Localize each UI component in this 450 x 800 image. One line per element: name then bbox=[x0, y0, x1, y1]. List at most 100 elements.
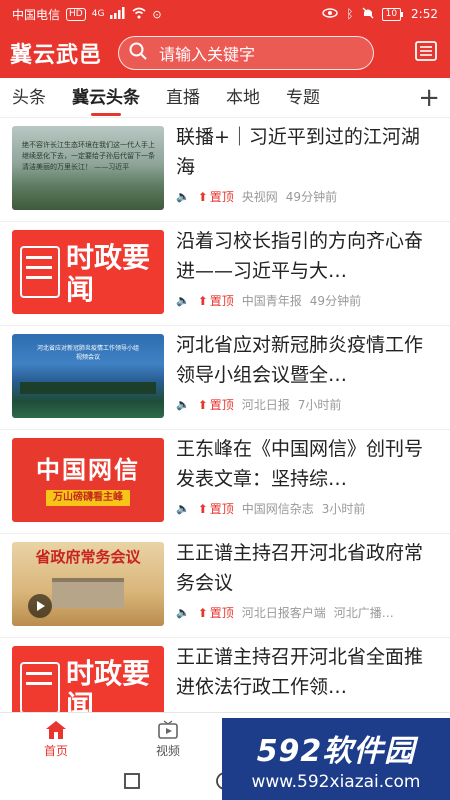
news-title: 王正谱主持召开河北省全面推进依法行政工作领… bbox=[176, 646, 424, 698]
tab-toutiao[interactable]: 头条 bbox=[12, 78, 46, 118]
news-title: 河北省应对新冠肺炎疫情工作领导小组会议暨全… bbox=[176, 334, 424, 386]
news-item[interactable]: 河北省应对新冠肺炎疫情工作领导小组 视频会议 河北省应对新冠肺炎疫情工作领导小组… bbox=[0, 326, 450, 430]
category-tabs: 头条 冀云头条 直播 本地 专题 + bbox=[0, 78, 450, 118]
newspaper-graphic bbox=[20, 662, 60, 712]
news-item[interactable]: 绝不容许长江生态环境在我们这一代人手上继续恶化下去，一定要给子孙后代留下一条清洁… bbox=[0, 118, 450, 222]
play-button[interactable] bbox=[28, 594, 52, 618]
nav-video[interactable]: 视频 bbox=[112, 713, 224, 766]
pinned-badge: ⬆ 置顶 bbox=[198, 500, 234, 517]
tab-jiyun-toutiao[interactable]: 冀云头条 bbox=[72, 78, 140, 118]
news-time: 3小时前 bbox=[321, 502, 366, 516]
nav-home-label: 首页 bbox=[43, 744, 68, 758]
news-meta: 🔈 ⬆ 置顶 河北日报客户端 河北广播… bbox=[176, 604, 394, 621]
carrier-label: 中国电信 bbox=[12, 7, 61, 22]
pin-arrow-icon: ⬆ bbox=[197, 501, 208, 516]
thumbnail-quote: 绝不容许长江生态环境在我们这一代人手上继续恶化下去，一定要给子孙后代留下一条清洁… bbox=[22, 141, 155, 171]
news-time: 49分钟前 bbox=[285, 190, 338, 204]
news-time: 河北广播… bbox=[333, 606, 394, 620]
add-channel-icon[interactable]: + bbox=[418, 84, 440, 112]
news-item[interactable]: 省政府常务会议 王正谱主持召开河北省政府常务会议 🔈 ⬆ 置顶 河北日报客户端 河… bbox=[0, 534, 450, 638]
thumbnail-subtitle: 万山磅礴看主峰 bbox=[46, 490, 130, 506]
app-title: 冀云武邑 bbox=[10, 43, 103, 68]
news-source: 河北日报客户端 bbox=[241, 606, 326, 620]
pinned-label: 置顶 bbox=[209, 294, 234, 308]
speaker-icon: 🔈 bbox=[176, 398, 190, 411]
nav-home[interactable]: 首页 bbox=[0, 713, 112, 766]
bluetooth-icon: ᛒ bbox=[346, 7, 354, 21]
watermark-url: www.592xiazai.com bbox=[251, 772, 421, 792]
nav-video-label: 视频 bbox=[155, 744, 180, 758]
status-bar: 中国电信 HD 4G ⊙ ᛒ 10 2:52 bbox=[0, 0, 450, 28]
news-time: 7小时前 bbox=[297, 398, 342, 412]
pinned-label: 置顶 bbox=[209, 502, 234, 516]
site-watermark: 592软件园 www.592xiazai.com bbox=[222, 718, 450, 800]
news-thumbnail: 时政要闻 bbox=[12, 230, 164, 314]
video-icon bbox=[158, 720, 178, 739]
tab-live[interactable]: 直播 bbox=[166, 78, 200, 118]
speaker-icon: 🔈 bbox=[176, 606, 190, 619]
news-item[interactable]: 时政要闻 王正谱主持召开河北省全面推进依法行政工作领… bbox=[0, 638, 450, 712]
news-source: 中国网信杂志 bbox=[241, 502, 314, 516]
mute-icon bbox=[362, 7, 374, 22]
news-time: 49分钟前 bbox=[309, 294, 362, 308]
news-meta: 🔈 ⬆ 置顶 央视网 49分钟前 bbox=[176, 188, 337, 205]
news-source: 中国青年报 bbox=[241, 294, 302, 308]
news-list: 绝不容许长江生态环境在我们这一代人手上继续恶化下去，一定要给子孙后代留下一条清洁… bbox=[0, 118, 450, 712]
pin-arrow-icon: ⬆ bbox=[197, 397, 208, 412]
thumbnail-headline: 时政要闻 bbox=[66, 241, 151, 306]
signal-icon bbox=[110, 6, 126, 22]
newspaper-menu-button[interactable] bbox=[412, 40, 440, 66]
thumbnail-headline: 时政要闻 bbox=[66, 657, 151, 713]
square-icon bbox=[124, 773, 140, 789]
news-title: 王正谱主持召开河北省政府常务会议 bbox=[176, 542, 424, 594]
newspaper-graphic bbox=[20, 246, 60, 298]
play-icon bbox=[37, 601, 45, 611]
news-source: 河北日报 bbox=[241, 398, 290, 412]
pinned-label: 置顶 bbox=[209, 398, 234, 412]
news-item[interactable]: 时政要闻 沿着习校长指引的方向齐心奋进——习近平与大… 🔈 ⬆ 置顶 中国青年报 … bbox=[0, 222, 450, 326]
eye-icon bbox=[322, 7, 339, 21]
recents-button[interactable] bbox=[123, 772, 141, 794]
pinned-label: 置顶 bbox=[209, 606, 234, 620]
pinned-badge: ⬆ 置顶 bbox=[198, 604, 234, 621]
news-thumbnail: 河北省应对新冠肺炎疫情工作领导小组 视频会议 bbox=[12, 334, 164, 418]
newspaper-icon bbox=[415, 41, 437, 65]
pin-arrow-icon: ⬆ bbox=[197, 189, 208, 204]
clock: 2:52 bbox=[411, 7, 438, 21]
news-meta: 🔈 ⬆ 置顶 中国网信杂志 3小时前 bbox=[176, 500, 365, 517]
news-item[interactable]: 中国网信 万山磅礴看主峰 王东峰在《中国网信》创刊号发表文章：坚持综… 🔈 ⬆ 置… bbox=[0, 430, 450, 534]
search-placeholder: 请输入关键字 bbox=[159, 45, 256, 64]
speaker-icon: 🔈 bbox=[176, 294, 190, 307]
thumbnail-banner: 河北省应对新冠肺炎疫情工作领导小组 视频会议 bbox=[36, 345, 139, 361]
news-title: 王东峰在《中国网信》创刊号发表文章：坚持综… bbox=[176, 438, 424, 490]
alert-icon: ⊙ bbox=[152, 7, 162, 21]
speaker-icon: 🔈 bbox=[176, 502, 190, 515]
search-icon bbox=[129, 42, 147, 64]
news-thumbnail: 时政要闻 bbox=[12, 646, 164, 712]
news-meta: 🔈 ⬆ 置顶 河北日报 7小时前 bbox=[176, 396, 341, 413]
search-input[interactable]: 请输入关键字 bbox=[118, 36, 375, 70]
tab-topics[interactable]: 专题 bbox=[286, 78, 320, 118]
news-thumbnail: 绝不容许长江生态环境在我们这一代人手上继续恶化下去，一定要给子孙后代留下一条清洁… bbox=[12, 126, 164, 210]
pin-arrow-icon: ⬆ bbox=[197, 293, 208, 308]
pinned-badge: ⬆ 置顶 bbox=[198, 292, 234, 309]
pinned-label: 置顶 bbox=[209, 190, 234, 204]
app-header: 冀云武邑 请输入关键字 bbox=[0, 28, 450, 78]
thumbnail-headline: 中国网信 bbox=[36, 456, 140, 484]
news-source: 央视网 bbox=[241, 190, 278, 204]
pinned-badge: ⬆ 置顶 bbox=[198, 188, 234, 205]
news-meta: 🔈 ⬆ 置顶 中国青年报 49分钟前 bbox=[176, 292, 361, 309]
tab-local[interactable]: 本地 bbox=[226, 78, 260, 118]
speaker-icon: 🔈 bbox=[176, 190, 190, 203]
battery-icon: 10 bbox=[381, 7, 404, 21]
pin-arrow-icon: ⬆ bbox=[197, 605, 208, 620]
news-thumbnail: 中国网信 万山磅礴看主峰 bbox=[12, 438, 164, 522]
pinned-badge: ⬆ 置顶 bbox=[198, 396, 234, 413]
news-title: 联播+｜习近平到过的江河湖海 bbox=[176, 126, 420, 178]
wifi-icon bbox=[132, 7, 146, 22]
news-thumbnail: 省政府常务会议 bbox=[12, 542, 164, 626]
home-icon bbox=[46, 721, 66, 739]
network-label: 4G bbox=[91, 9, 105, 19]
thumbnail-headline: 省政府常务会议 bbox=[35, 548, 141, 566]
battery-level: 10 bbox=[381, 7, 402, 21]
